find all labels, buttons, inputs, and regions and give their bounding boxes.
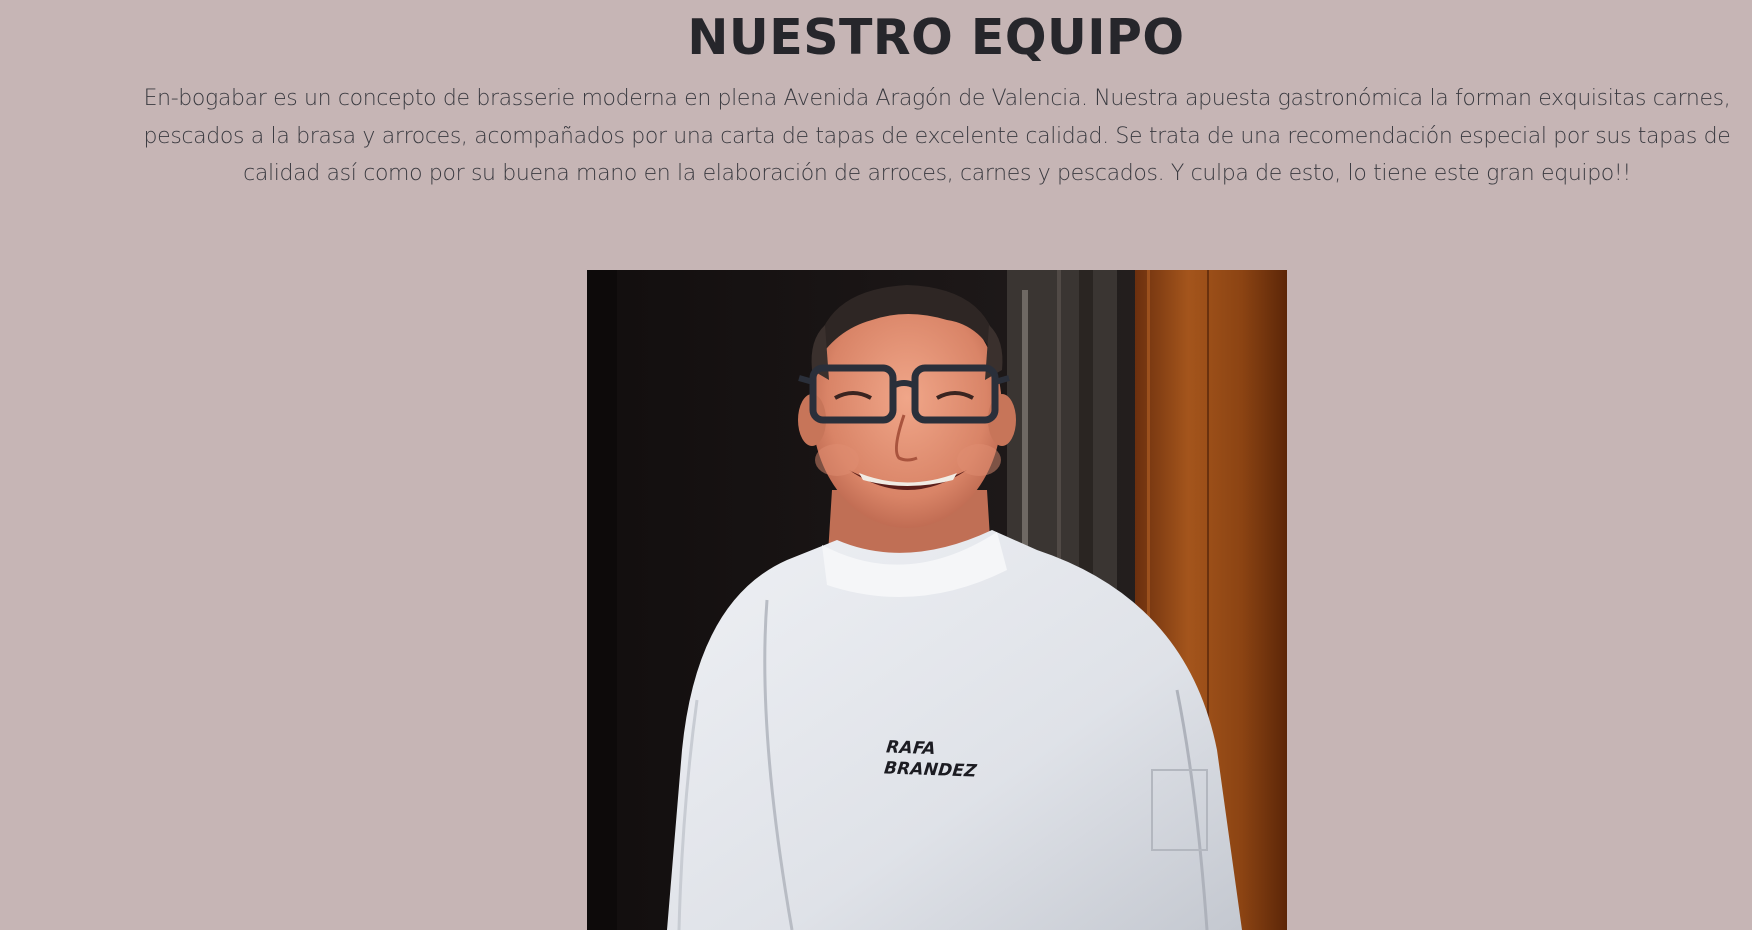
jacket-logo-line2: BRANDEZ: [883, 758, 978, 782]
chef-photo: RAFA BRANDEZ: [587, 270, 1287, 930]
team-section: NUESTRO EQUIPO En-bogabar es un concepto…: [0, 0, 1752, 930]
section-title: NUESTRO EQUIPO: [687, 9, 1185, 66]
chef-photo-illustration: [587, 270, 1287, 930]
section-description: En-bogabar es un concepto de brasserie m…: [143, 86, 1731, 186]
jacket-logo: RAFA BRANDEZ: [883, 737, 980, 782]
